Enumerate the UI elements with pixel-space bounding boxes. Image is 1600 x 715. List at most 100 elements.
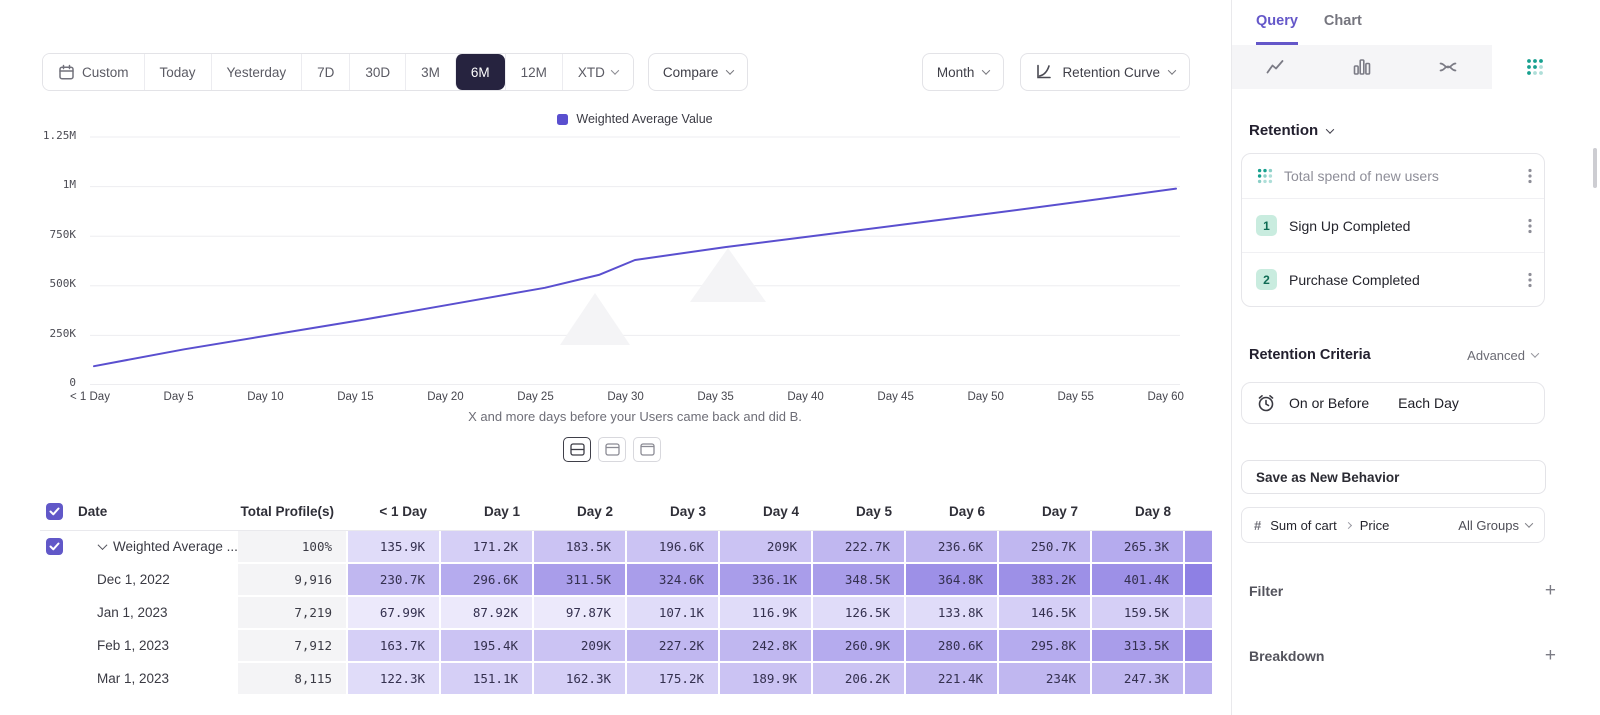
select-all-checkbox[interactable] xyxy=(46,503,63,520)
measure-property: Price xyxy=(1360,518,1390,533)
col-header: Day 7 xyxy=(999,492,1092,531)
behavior-title: Total spend of new users xyxy=(1284,168,1439,184)
retention-line-chart xyxy=(90,130,1180,388)
chart-controls: Month Retention Curve xyxy=(922,53,1190,91)
behavior-title-row[interactable]: Total spend of new users xyxy=(1242,154,1544,198)
metric-cell: 336.1K xyxy=(720,564,813,597)
col-header: Day 3 xyxy=(627,492,720,531)
row-checkbox[interactable] xyxy=(46,538,63,555)
x-tick: Day 15 xyxy=(337,391,373,403)
x-tick: Day 20 xyxy=(427,391,463,403)
watermark-triangle xyxy=(560,293,630,345)
criteria-condition[interactable]: On or Before xyxy=(1289,395,1369,411)
metric-cell: 222.7K xyxy=(813,531,906,564)
range-12m-button[interactable]: 12M xyxy=(505,54,562,90)
x-tick: Day 25 xyxy=(517,391,553,403)
range-custom-button[interactable]: Custom xyxy=(43,54,144,90)
retention-dots-icon xyxy=(1525,57,1545,77)
bar-chart-icon xyxy=(1352,57,1372,77)
total-cell: 100% xyxy=(238,531,348,564)
metric-cell: 209K xyxy=(720,531,813,564)
numeric-property-icon: # xyxy=(1254,518,1261,533)
flows-icon xyxy=(1438,57,1458,77)
retention-section-header[interactable]: Retention xyxy=(1249,122,1600,139)
chevron-down-icon xyxy=(726,66,734,74)
behavior-step-2[interactable]: 2 Purchase Completed xyxy=(1242,252,1544,306)
metric-cell: 146.5K xyxy=(999,597,1092,630)
check-icon xyxy=(49,542,60,551)
behavior-step-1[interactable]: 1 Sign Up Completed xyxy=(1242,198,1544,252)
criteria-frequency[interactable]: Each Day xyxy=(1398,395,1459,411)
table-row: Mar 1, 2023 8,115 122.3K 151.1K 162.3K 1… xyxy=(40,663,1212,696)
x-tick: Day 50 xyxy=(967,391,1003,403)
row-label: Dec 1, 2022 xyxy=(78,564,238,597)
advanced-dropdown[interactable]: Advanced xyxy=(1467,348,1538,363)
x-tick: Day 30 xyxy=(607,391,643,403)
query-builder-sidebar: Query Chart Retention Total spen xyxy=(1231,0,1600,715)
metric-cell: 67.99K xyxy=(348,597,441,630)
metric-cell: 236.6K xyxy=(906,531,999,564)
range-7d-button[interactable]: 7D xyxy=(301,54,349,90)
y-tick: 0 xyxy=(69,376,76,389)
report-type-insights[interactable] xyxy=(1232,45,1319,89)
report-type-flows[interactable] xyxy=(1405,45,1492,89)
range-30d-button[interactable]: 30D xyxy=(349,54,405,90)
chart-type-dropdown[interactable]: Retention Curve xyxy=(1020,53,1190,91)
step-label: Purchase Completed xyxy=(1289,272,1420,288)
granularity-dropdown[interactable]: Month xyxy=(922,53,1005,91)
row-density-medium-button[interactable] xyxy=(598,437,626,462)
check-icon xyxy=(49,507,60,516)
retention-criteria-card[interactable]: On or Before Each Day xyxy=(1241,382,1545,424)
add-filter-button[interactable]: + xyxy=(1545,581,1556,600)
main-panel: Custom Today Yesterday 7D 30D 3M 6M 12M … xyxy=(0,0,1231,715)
filter-label: Filter xyxy=(1249,583,1283,599)
chevron-down-icon xyxy=(1326,125,1334,133)
row-density-medium-icon xyxy=(605,443,620,456)
measure-row[interactable]: # Sum of cart Price All Groups xyxy=(1241,507,1545,543)
row-density-tall-button[interactable] xyxy=(633,437,661,462)
y-tick: 250K xyxy=(50,327,77,340)
metric-cell: 265.3K xyxy=(1092,531,1185,564)
metric-cell: 324.6K xyxy=(627,564,720,597)
range-xtd-button[interactable]: XTD xyxy=(562,54,633,90)
heat-cell-partial xyxy=(1185,597,1212,630)
range-yesterday-button[interactable]: Yesterday xyxy=(211,54,302,90)
save-as-new-behavior-button[interactable]: Save as New Behavior xyxy=(1241,460,1546,494)
col-header: < 1 Day xyxy=(348,492,441,531)
tab-query[interactable]: Query xyxy=(1256,13,1298,45)
metric-cell: 227.2K xyxy=(627,630,720,663)
x-axis-caption: X and more days before your Users came b… xyxy=(90,409,1180,424)
metric-cell: 221.4K xyxy=(906,663,999,696)
row-height-toggles xyxy=(563,437,661,462)
metric-cell: 171.2K xyxy=(441,531,534,564)
range-today-button[interactable]: Today xyxy=(144,54,211,90)
total-cell: 9,916 xyxy=(238,564,348,597)
report-type-funnels[interactable] xyxy=(1319,45,1406,89)
kebab-menu-icon[interactable] xyxy=(1528,218,1532,234)
scrollbar-thumb[interactable] xyxy=(1593,148,1597,188)
report-type-retention[interactable] xyxy=(1492,45,1579,89)
kebab-menu-icon[interactable] xyxy=(1528,168,1532,184)
report-type-tabs xyxy=(1232,45,1578,89)
table-row-weighted-average: Weighted Average ... 100% 135.9K 171.2K … xyxy=(40,531,1212,564)
row-density-compact-button[interactable] xyxy=(563,437,591,462)
total-cell: 8,115 xyxy=(238,663,348,696)
total-cell: 7,912 xyxy=(238,630,348,663)
chevron-down-icon xyxy=(611,66,619,74)
range-6m-button[interactable]: 6M xyxy=(455,54,505,90)
metric-cell: 107.1K xyxy=(627,597,720,630)
add-breakdown-button[interactable]: + xyxy=(1545,646,1556,665)
chart-canvas xyxy=(90,130,1180,388)
kebab-menu-icon[interactable] xyxy=(1528,272,1532,288)
group-dropdown[interactable]: All Groups xyxy=(1458,518,1532,533)
expand-row-chevron-icon[interactable] xyxy=(98,540,108,550)
chevron-down-icon xyxy=(1168,66,1176,74)
behavior-card: Total spend of new users 1 Sign Up Compl… xyxy=(1241,153,1545,307)
y-tick: 1M xyxy=(63,178,76,191)
tab-chart[interactable]: Chart xyxy=(1324,13,1362,45)
x-tick: Day 55 xyxy=(1057,391,1093,403)
compare-button[interactable]: Compare xyxy=(648,53,749,91)
metric-cell: 250.7K xyxy=(999,531,1092,564)
range-3m-button[interactable]: 3M xyxy=(405,54,455,90)
line-chart-icon xyxy=(1265,57,1285,77)
